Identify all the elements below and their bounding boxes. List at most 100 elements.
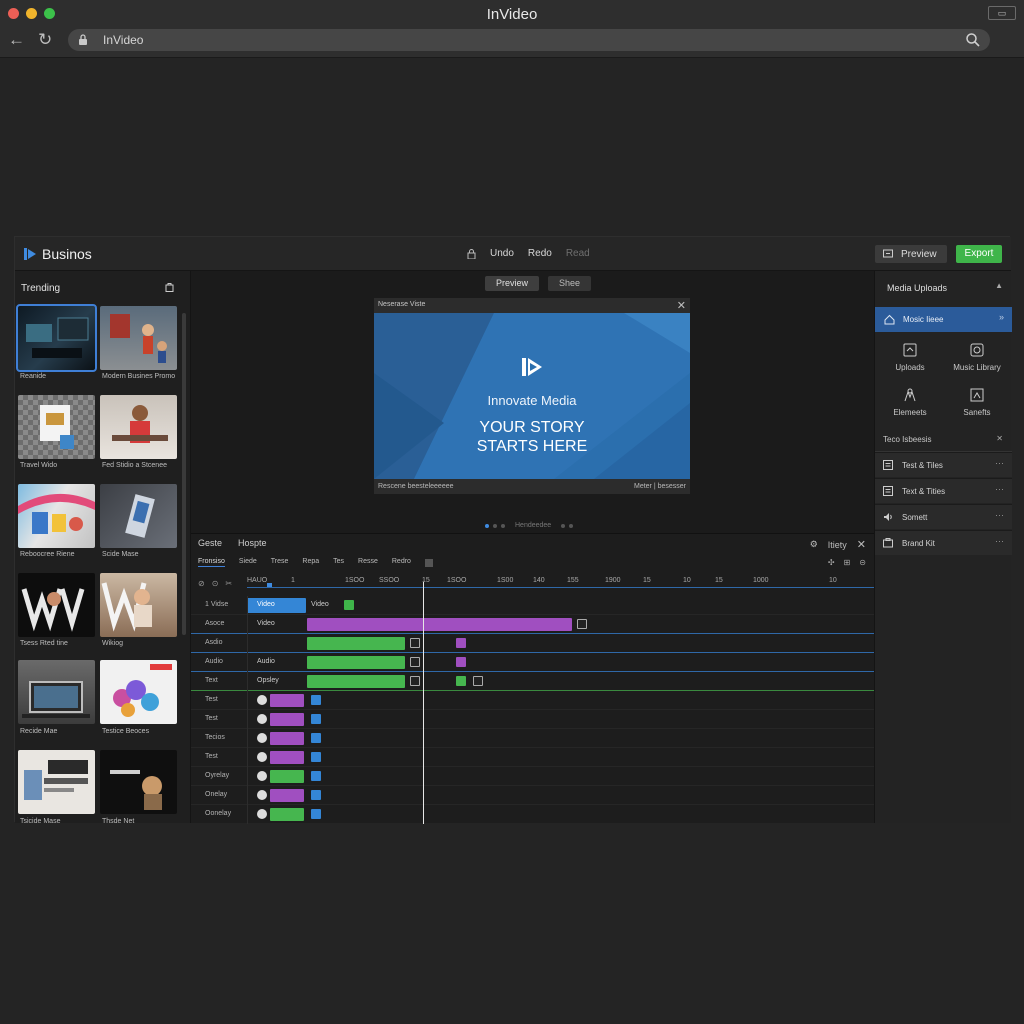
clip-icon[interactable] [344,600,354,610]
sanefts-tile[interactable]: Sanefts [943,388,1011,417]
clip-icon[interactable] [311,733,321,743]
eye-icon[interactable] [257,695,267,705]
eye-icon[interactable] [257,809,267,819]
playhead[interactable] [423,582,424,824]
close-icon[interactable]: ✕ [677,299,686,312]
green-clip[interactable] [307,675,405,688]
timeline-ruler[interactable]: HAUO 1 1SOO SSOO 15 1SOO 1S00 140 155 19… [247,574,874,588]
undo-button[interactable]: Undo [490,248,514,259]
more-icon[interactable]: ⋯ [995,484,1004,495]
pager-dot-active[interactable] [485,523,489,528]
pager-dot[interactable] [569,523,574,528]
timeline-tab-hospte[interactable]: Hospte [238,538,267,548]
magnet-icon[interactable]: ⊘ [198,579,205,588]
template-thumb[interactable] [18,573,95,637]
eye-icon[interactable] [257,752,267,762]
clip-icon[interactable] [311,714,321,724]
text-clip[interactable] [270,713,304,726]
music-library-item[interactable]: Mosic Iieee » [875,307,1012,332]
asset-list-item[interactable]: Brand Kit ⋯ [875,530,1012,555]
app-logo[interactable]: Businos [23,246,92,262]
clip-icon[interactable] [456,657,466,667]
scissors-icon[interactable]: ✂ [225,579,232,588]
uploads-tile[interactable]: Uploads [876,343,944,372]
zoom-out-icon[interactable]: ⊝ [859,558,866,567]
asset-list-item[interactable]: Somett ⋯ [875,504,1012,529]
timeline-tool-label[interactable]: Itiety [828,540,847,550]
text-clip[interactable] [270,732,304,745]
template-thumb[interactable] [100,306,177,370]
reload-icon[interactable]: ↻ [38,30,52,50]
template-scrollbar[interactable] [182,313,186,635]
subtab[interactable]: Trese [271,558,289,567]
text-clip[interactable] [270,751,304,764]
template-thumb[interactable] [18,484,95,548]
pager-dot[interactable] [561,523,566,528]
overlay-clip[interactable] [270,789,304,802]
tab-share[interactable]: Shee [548,276,592,291]
eye-icon[interactable] [257,790,267,800]
asset-list-item[interactable]: Text & Tities ⋯ [875,478,1012,503]
link-icon[interactable]: ⊙ [212,579,219,588]
more-icon[interactable]: ⋯ [995,458,1004,469]
lock-icon[interactable] [467,248,476,259]
window-restore-button[interactable]: ▭ [988,6,1016,20]
more-icon[interactable]: ⋯ [995,510,1004,521]
zoom-in-icon[interactable]: ⊞ [844,558,851,567]
clip-icon[interactable] [311,790,321,800]
purple-clip[interactable] [307,618,572,631]
music-library-tile[interactable]: Music Library [943,343,1011,372]
pager-dot[interactable] [501,523,505,528]
clip-icon[interactable] [473,676,483,686]
clip-icon[interactable] [410,676,420,686]
clip-icon[interactable] [456,638,466,648]
close-icon[interactable]: ✕ [857,538,866,551]
search-icon[interactable] [965,32,981,48]
elements-tile[interactable]: Elemeets [876,388,944,417]
read-button[interactable]: Read [566,248,590,259]
template-thumb[interactable] [18,395,95,459]
overlay-clip[interactable] [270,808,304,821]
overlay-clip[interactable] [270,770,304,783]
grid-icon[interactable] [424,559,433,567]
subtab[interactable]: Repa [302,558,319,567]
subtab[interactable]: Tes [333,558,344,567]
template-thumb[interactable] [100,573,177,637]
clip-icon[interactable] [311,771,321,781]
green-clip[interactable] [307,656,405,669]
expand-icon[interactable]: » [999,312,1004,322]
template-thumb[interactable] [100,750,177,814]
redo-button[interactable]: Redo [528,248,552,259]
eye-icon[interactable] [257,714,267,724]
template-thumb[interactable] [100,395,177,459]
video-clip-selected[interactable]: Video [247,598,306,613]
export-button[interactable]: Export [956,245,1002,263]
template-thumb[interactable] [100,660,177,724]
address-bar[interactable]: InVideo [68,29,990,51]
clip-icon[interactable] [410,657,420,667]
clip-icon[interactable] [311,752,321,762]
green-clip[interactable] [307,637,405,650]
close-icon[interactable]: ✕ [996,434,1003,443]
subtab[interactable]: Resse [358,558,378,567]
settings-icon[interactable]: ⚙ [810,539,818,550]
asset-list-item[interactable]: Test & Tiles ⋯ [875,452,1012,477]
collapse-icon[interactable]: ▲ [995,281,1003,290]
template-thumb[interactable] [18,750,95,814]
template-thumb[interactable] [100,484,177,548]
tab-preview[interactable]: Preview [485,276,540,291]
clip-icon[interactable] [577,619,587,629]
bag-icon[interactable] [165,282,174,292]
subtab[interactable]: Siede [239,558,257,567]
pager-dot[interactable] [493,523,497,528]
preview-canvas[interactable]: Innovate Media YOUR STORY STARTS HERE [374,313,690,479]
clip-icon[interactable] [456,676,466,686]
clip-icon[interactable] [311,809,321,819]
subtab[interactable]: Fronsiso [198,558,225,567]
text-clip[interactable] [270,694,304,707]
preview-button[interactable]: Preview [875,245,947,263]
eye-icon[interactable] [257,733,267,743]
clip-icon[interactable] [410,638,420,648]
clip-icon[interactable] [311,695,321,705]
template-thumb[interactable] [18,660,95,724]
